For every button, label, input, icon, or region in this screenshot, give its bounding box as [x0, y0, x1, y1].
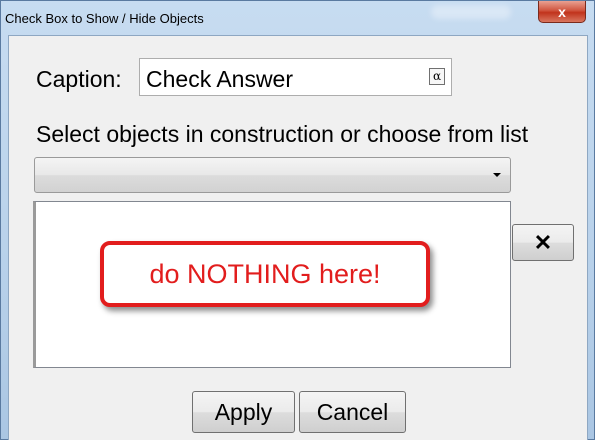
caption-input[interactable]: Check Answer α: [139, 58, 452, 96]
symbol-picker-button[interactable]: α: [429, 68, 445, 85]
annotation-callout: do NOTHING here!: [100, 241, 430, 307]
title-bar: Check Box to Show / Hide Objects x: [1, 1, 594, 35]
apply-button[interactable]: Apply: [192, 391, 295, 433]
title-bar-reflection: [431, 5, 511, 19]
dialog-body: Caption: Check Answer α Select objects i…: [8, 35, 588, 440]
caption-label: Caption:: [36, 66, 122, 92]
caption-value: Check Answer: [146, 66, 294, 92]
window-title: Check Box to Show / Hide Objects: [5, 11, 204, 26]
close-button[interactable]: x: [538, 1, 586, 23]
close-icon: ✕: [533, 229, 553, 255]
dialog-window: Check Box to Show / Hide Objects x Capti…: [0, 0, 595, 440]
chevron-down-icon: [493, 173, 501, 177]
cancel-button[interactable]: Cancel: [299, 391, 406, 433]
selected-objects-list[interactable]: do NOTHING here!: [33, 201, 511, 368]
remove-object-button[interactable]: ✕: [512, 224, 574, 261]
objects-instruction: Select objects in construction or choose…: [36, 121, 529, 147]
object-dropdown[interactable]: [34, 157, 511, 193]
annotation-text: do NOTHING here!: [149, 258, 381, 289]
